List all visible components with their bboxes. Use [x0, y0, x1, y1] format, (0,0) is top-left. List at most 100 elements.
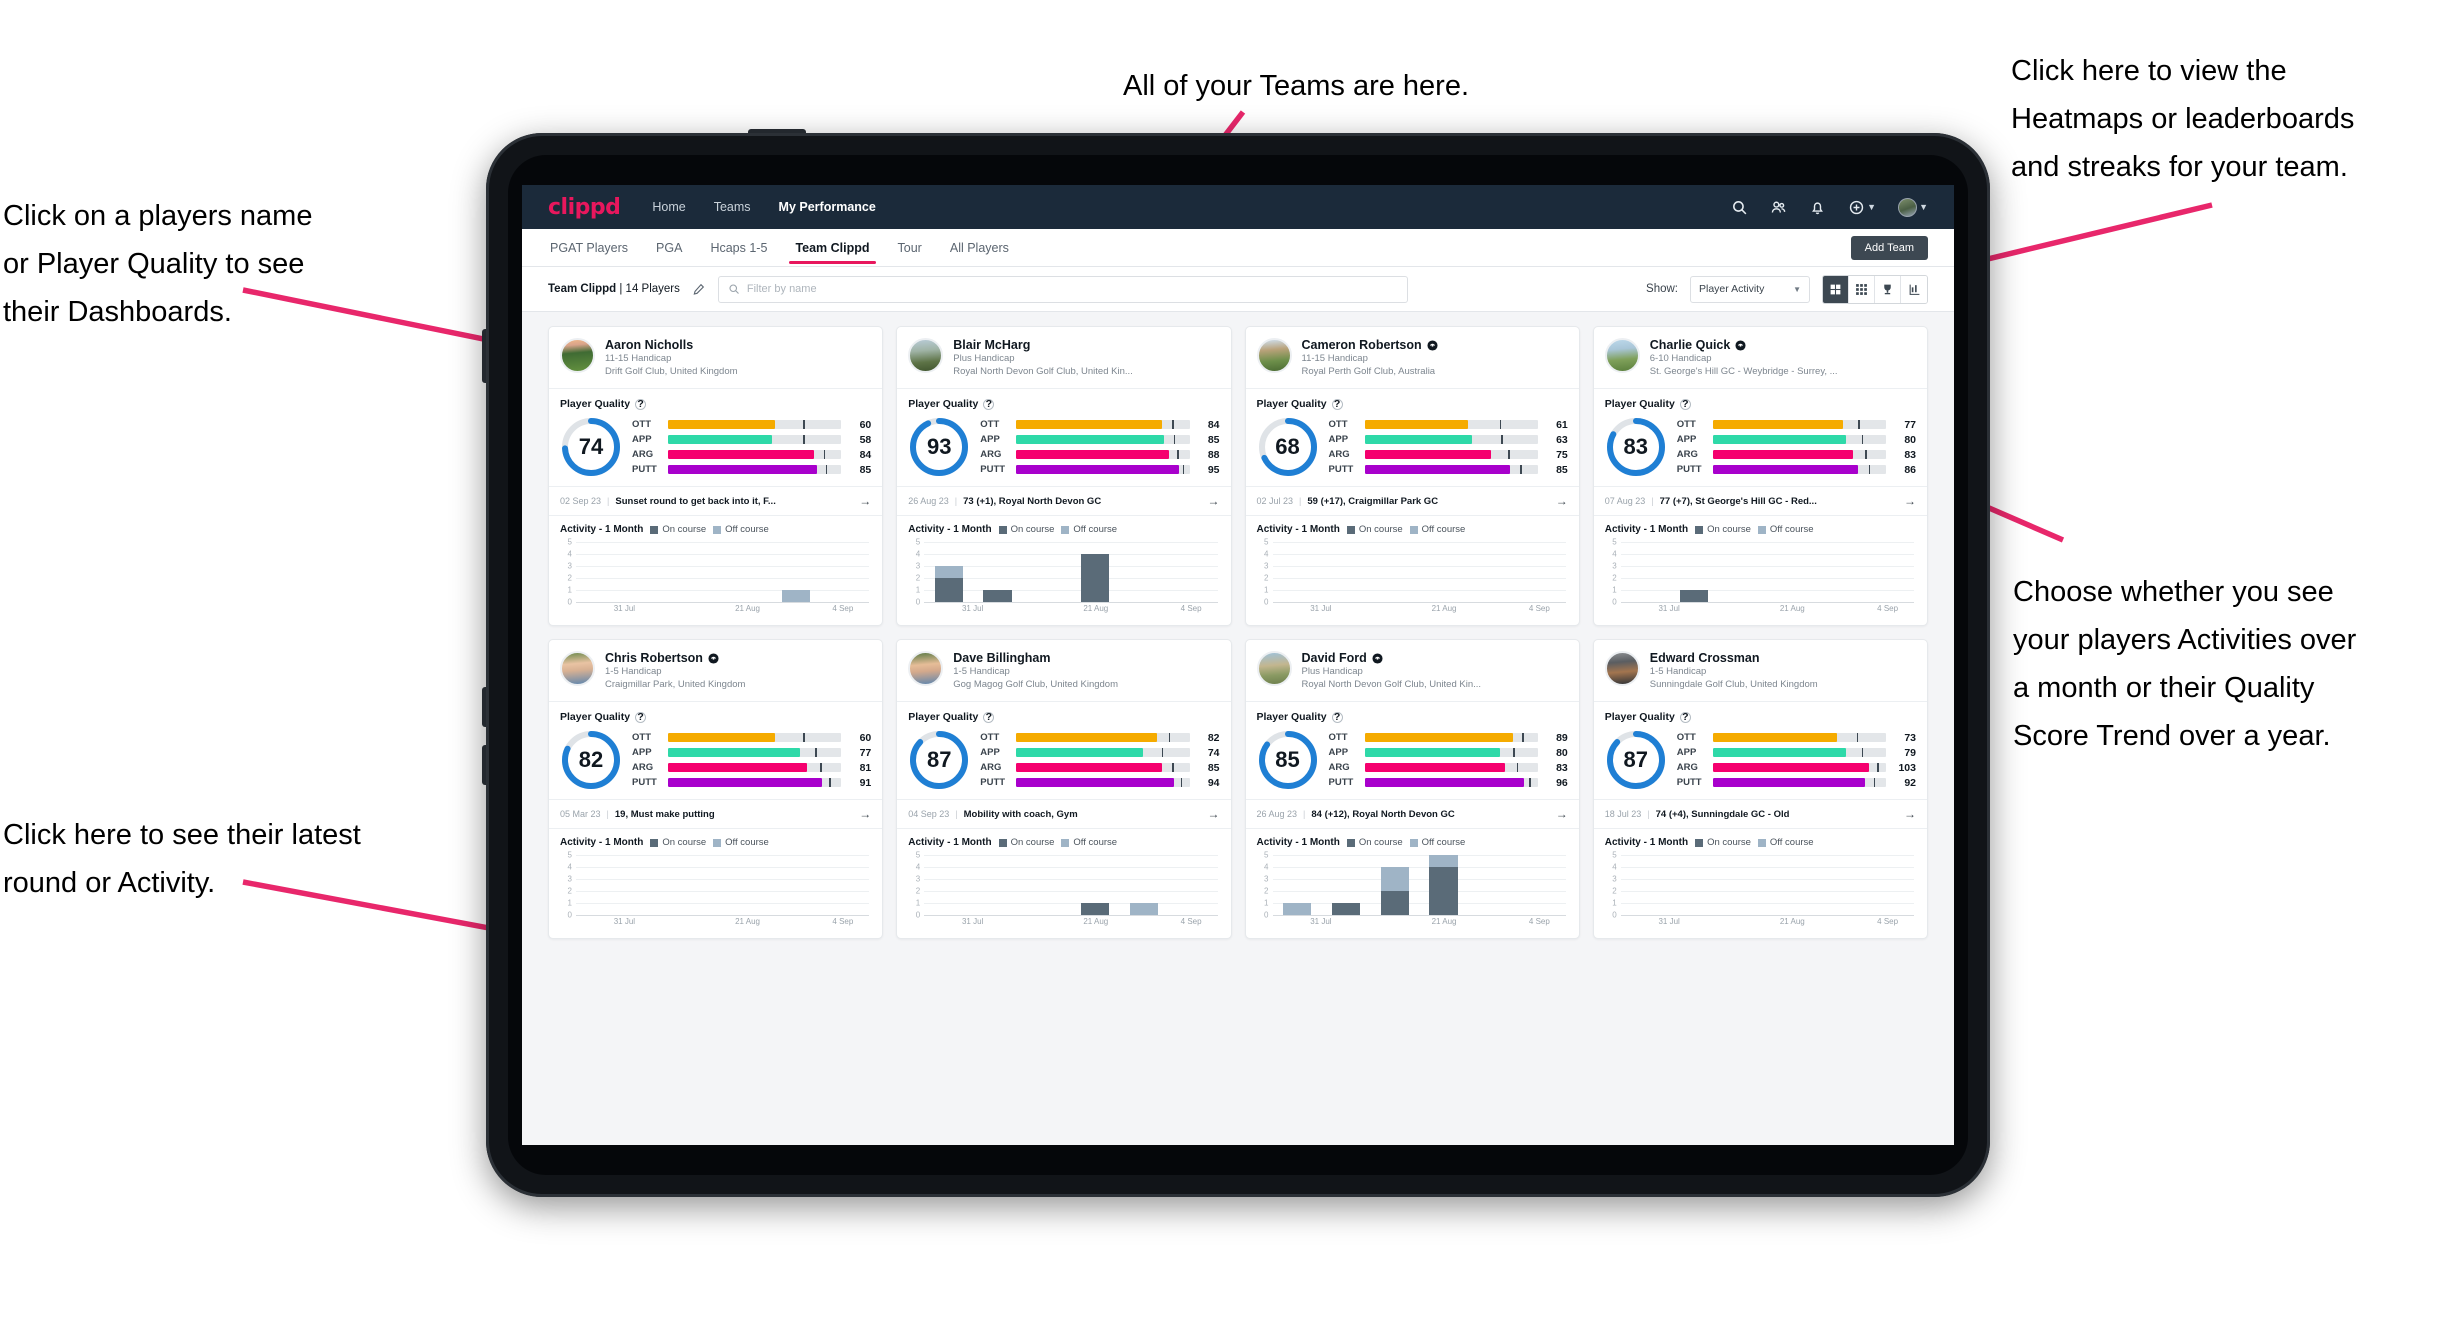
- help-icon[interactable]: ?: [983, 398, 995, 410]
- player-name-row[interactable]: Blair McHarg: [953, 338, 1133, 352]
- player-quality-section[interactable]: Player Quality ? 68 OTT 61 APP 63 ARG 75…: [1246, 389, 1579, 486]
- player-header[interactable]: Dave Billingham 1-5 Handicap Gog Magog G…: [897, 640, 1230, 701]
- help-icon[interactable]: ?: [1331, 398, 1343, 410]
- player-name[interactable]: Charlie Quick: [1650, 338, 1731, 352]
- latest-round-row[interactable]: 18 Jul 23 | 74 (+4), Sunningdale GC - Ol…: [1593, 799, 1927, 829]
- player-quality-section[interactable]: Player Quality ? 87 OTT 73 APP 79 ARG 10…: [1594, 702, 1927, 799]
- add-team-button[interactable]: Add Team: [1850, 235, 1928, 260]
- add-menu[interactable]: ▼: [1848, 199, 1876, 216]
- player-quality-section[interactable]: Player Quality ? 83 OTT 77 APP 80 ARG 83…: [1594, 389, 1927, 486]
- search-icon[interactable]: [1731, 199, 1748, 216]
- compact-grid-icon[interactable]: [1849, 275, 1875, 303]
- help-icon[interactable]: ?: [635, 398, 647, 410]
- player-quality-section[interactable]: Player Quality ? 85 OTT 89 APP 80 ARG 83…: [1246, 702, 1579, 799]
- help-icon[interactable]: ?: [1679, 711, 1691, 723]
- player-header[interactable]: Aaron Nicholls 11-15 Handicap Drift Golf…: [549, 327, 882, 388]
- nav-link-home[interactable]: Home: [650, 196, 687, 218]
- search-box[interactable]: [717, 275, 1408, 303]
- player-name-row[interactable]: Edward Crossman: [1650, 651, 1818, 665]
- player-name[interactable]: Edward Crossman: [1650, 651, 1760, 665]
- player-quality-section[interactable]: Player Quality ? 82 OTT 60 APP 77 ARG 81…: [549, 702, 882, 799]
- player-card[interactable]: Chris Robertson 1-5 Handicap Craigmillar…: [548, 639, 884, 939]
- latest-round-row[interactable]: 02 Sep 23 | Sunset round to get back int…: [549, 486, 883, 516]
- player-avatar[interactable]: [1256, 338, 1292, 373]
- tab-team-clippd[interactable]: Team Clippd: [789, 231, 876, 264]
- people-icon[interactable]: [1770, 199, 1787, 216]
- player-avatar[interactable]: [560, 651, 595, 686]
- player-name[interactable]: David Ford: [1302, 651, 1367, 665]
- tab-pgat-players[interactable]: PGAT Players: [548, 231, 630, 264]
- tab-pga[interactable]: PGA: [654, 231, 684, 264]
- nav-link-my-performance[interactable]: My Performance: [777, 196, 878, 218]
- player-header[interactable]: David Ford Plus Handicap Royal North Dev…: [1246, 640, 1579, 701]
- latest-round-row[interactable]: 05 Mar 23 | 19, Must make putting →: [549, 799, 883, 829]
- arrow-right-icon[interactable]: →: [1904, 494, 1916, 508]
- latest-round-row[interactable]: 26 Aug 23 | 73 (+1), Royal North Devon G…: [897, 486, 1231, 516]
- arrow-right-icon[interactable]: →: [1904, 807, 1916, 821]
- player-name[interactable]: Aaron Nicholls: [605, 338, 693, 352]
- player-name-row[interactable]: David Ford: [1302, 651, 1482, 665]
- player-name-row[interactable]: Dave Billingham: [953, 651, 1118, 665]
- player-header[interactable]: Chris Robertson 1-5 Handicap Craigmillar…: [549, 640, 882, 701]
- player-quality-ring[interactable]: 68: [1257, 416, 1319, 478]
- player-quality-ring[interactable]: 93: [908, 416, 970, 478]
- help-icon[interactable]: ?: [635, 711, 647, 723]
- brand-logo[interactable]: clippd: [548, 195, 621, 220]
- latest-round-row[interactable]: 26 Aug 23 | 84 (+12), Royal North Devon …: [1245, 799, 1579, 829]
- player-avatar[interactable]: [560, 338, 595, 373]
- arrow-right-icon[interactable]: →: [859, 494, 871, 508]
- heatmap-icon[interactable]: [1901, 275, 1927, 303]
- profile-menu[interactable]: ▼: [1898, 197, 1928, 217]
- arrow-right-icon[interactable]: →: [859, 807, 871, 821]
- player-card[interactable]: Charlie Quick 6-10 Handicap St. George's…: [1592, 326, 1928, 626]
- player-name-row[interactable]: Cameron Robertson: [1302, 338, 1438, 352]
- player-card[interactable]: Blair McHarg Plus Handicap Royal North D…: [896, 326, 1232, 626]
- pencil-icon[interactable]: [692, 282, 706, 296]
- latest-round-row[interactable]: 04 Sep 23 | Mobility with coach, Gym →: [897, 799, 1231, 829]
- nav-link-teams[interactable]: Teams: [712, 196, 753, 218]
- player-name[interactable]: Chris Robertson: [605, 651, 703, 665]
- player-name[interactable]: Cameron Robertson: [1302, 338, 1422, 352]
- player-name[interactable]: Dave Billingham: [953, 651, 1050, 665]
- player-avatar[interactable]: [1604, 338, 1640, 373]
- grid-view-icon[interactable]: [1823, 275, 1849, 303]
- help-icon[interactable]: ?: [1331, 711, 1343, 723]
- player-quality-ring[interactable]: 74: [560, 416, 622, 478]
- latest-round-row[interactable]: 02 Jul 23 | 59 (+17), Craigmillar Park G…: [1245, 486, 1579, 516]
- player-header[interactable]: Cameron Robertson 11-15 Handicap Royal P…: [1246, 327, 1579, 388]
- arrow-right-icon[interactable]: →: [1556, 494, 1568, 508]
- player-quality-ring[interactable]: 82: [560, 729, 622, 791]
- tab-hcaps-1-5[interactable]: Hcaps 1-5: [708, 231, 769, 264]
- show-select[interactable]: Player Activity ▼: [1690, 275, 1810, 303]
- player-avatar[interactable]: [1256, 651, 1292, 686]
- player-quality-section[interactable]: Player Quality ? 87 OTT 82 APP 74 ARG 85…: [897, 702, 1230, 799]
- search-input[interactable]: [746, 283, 1398, 295]
- arrow-right-icon[interactable]: →: [1208, 494, 1220, 508]
- player-quality-ring[interactable]: 87: [908, 729, 970, 791]
- tab-tour[interactable]: Tour: [896, 231, 924, 264]
- player-header[interactable]: Edward Crossman 1-5 Handicap Sunningdale…: [1594, 640, 1927, 701]
- player-quality-ring[interactable]: 83: [1605, 416, 1667, 478]
- avatar[interactable]: [1898, 197, 1918, 217]
- player-name-row[interactable]: Charlie Quick: [1650, 338, 1838, 352]
- latest-round-row[interactable]: 07 Aug 23 | 77 (+7), St George's Hill GC…: [1593, 486, 1927, 516]
- player-quality-ring[interactable]: 85: [1257, 729, 1319, 791]
- player-card[interactable]: Aaron Nicholls 11-15 Handicap Drift Golf…: [548, 326, 884, 626]
- player-avatar[interactable]: [1604, 651, 1640, 686]
- arrow-right-icon[interactable]: →: [1556, 807, 1568, 821]
- player-avatar[interactable]: [908, 651, 944, 686]
- player-card[interactable]: Edward Crossman 1-5 Handicap Sunningdale…: [1592, 639, 1928, 939]
- tab-all-players[interactable]: All Players: [948, 231, 1011, 264]
- player-card[interactable]: David Ford Plus Handicap Royal North Dev…: [1244, 639, 1580, 939]
- player-header[interactable]: Charlie Quick 6-10 Handicap St. George's…: [1594, 327, 1927, 388]
- player-name-row[interactable]: Chris Robertson: [605, 651, 745, 665]
- player-header[interactable]: Blair McHarg Plus Handicap Royal North D…: [897, 327, 1230, 388]
- player-name-row[interactable]: Aaron Nicholls: [605, 338, 738, 352]
- bell-icon[interactable]: [1809, 199, 1826, 216]
- add-circle-icon[interactable]: [1848, 199, 1865, 216]
- player-avatar[interactable]: [908, 338, 944, 373]
- player-card[interactable]: Cameron Robertson 11-15 Handicap Royal P…: [1244, 326, 1580, 626]
- trophy-icon[interactable]: [1875, 275, 1901, 303]
- player-name[interactable]: Blair McHarg: [953, 338, 1030, 352]
- player-card[interactable]: Dave Billingham 1-5 Handicap Gog Magog G…: [896, 639, 1232, 939]
